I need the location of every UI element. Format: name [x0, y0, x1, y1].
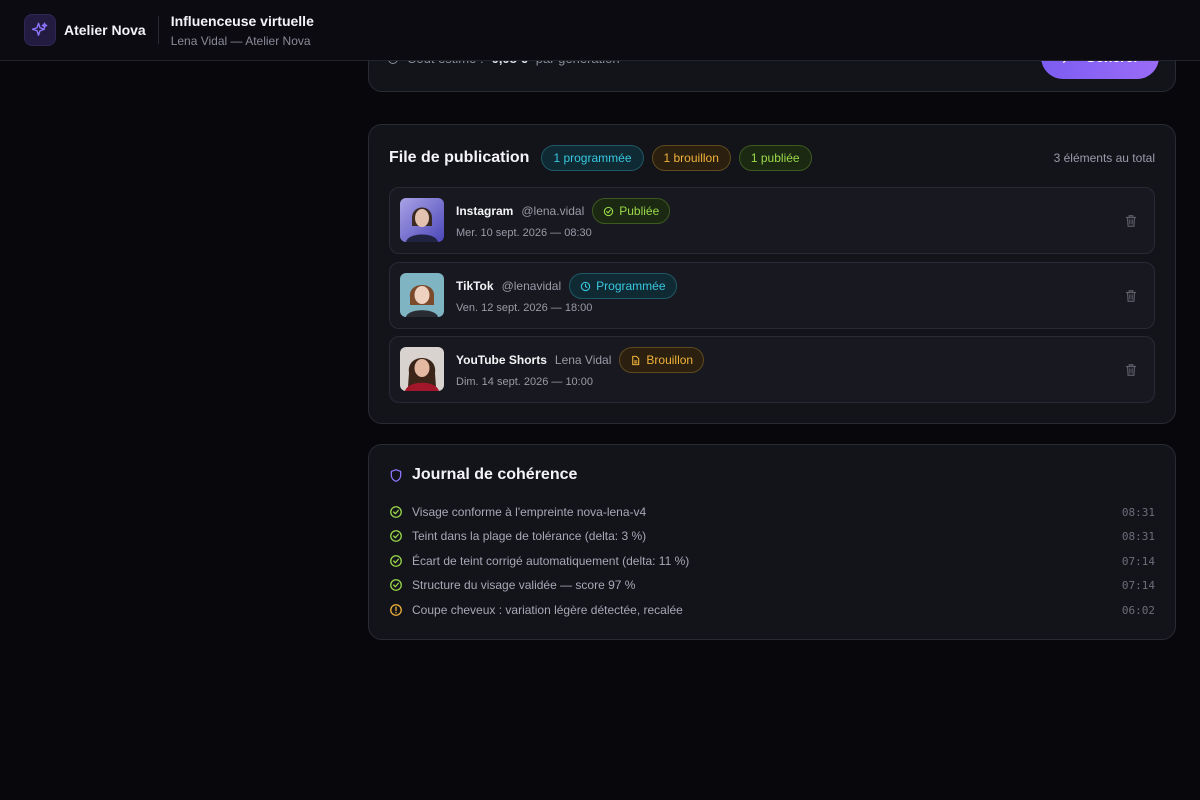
queue-item-youtube-shorts[interactable]: YouTube Shorts Lena Vidal Brouillon Dim.…: [389, 336, 1155, 403]
journal-title: Journal de cohérence: [412, 466, 578, 483]
alert-circle-icon: [390, 604, 402, 616]
status-label: Brouillon: [646, 353, 694, 367]
platform-name: YouTube Shorts: [456, 353, 547, 367]
publish-date: Ven. 12 sept. 2026 — 18:00: [456, 302, 593, 314]
platform-name: TikTok: [456, 279, 494, 293]
check-circle-icon: [390, 579, 402, 591]
trash-icon[interactable]: [1124, 362, 1138, 378]
account-handle: Lena Vidal: [554, 353, 612, 367]
journal-entry-text: Coupe cheveux : variation légère détecté…: [412, 603, 683, 617]
status-badge: Brouillon: [619, 347, 705, 373]
queue-item-meta: TikTok @lenavidal Programmée: [456, 273, 677, 299]
publish-date: Mer. 10 sept. 2026 — 08:30: [456, 227, 592, 239]
queue-item-instagram[interactable]: Instagram @lena.vidal Publiée Mer. 10 se…: [389, 187, 1155, 254]
file-icon: [632, 355, 640, 365]
draft-count-badge[interactable]: 1 brouillon: [651, 145, 731, 171]
journal-entry-time: 06:02: [1121, 603, 1155, 617]
platform-name: Instagram: [456, 204, 514, 218]
journal-entry-text: Teint dans la plage de tolérance (delta:…: [412, 529, 647, 543]
status-label: Publiée: [619, 204, 660, 218]
page-subtitle: Lena Vidal — Atelier Nova: [170, 33, 311, 48]
check-circle-icon: [390, 506, 402, 518]
journal-entry-time: 08:31: [1121, 505, 1155, 519]
status-badge: Publiée: [592, 198, 671, 224]
queue-item-meta: Instagram @lena.vidal Publiée: [456, 198, 671, 224]
trash-icon[interactable]: [1124, 213, 1138, 229]
header-title-block: Influenceuse virtuelle Lena Vidal — Atel…: [171, 13, 314, 48]
app-logo: [24, 14, 56, 46]
journal-entry-text: Structure du visage validée — score 97 %: [412, 578, 636, 592]
queue-total: 3 éléments au total: [1053, 151, 1155, 165]
brand-name: Atelier Nova: [64, 22, 146, 38]
journal-entry: Teint dans la plage de tolérance (delta:…: [389, 527, 1155, 545]
scheduled-count-badge[interactable]: 1 programmée: [541, 145, 644, 171]
avatar: [400, 347, 444, 391]
account-handle: @lena.vidal: [521, 204, 585, 218]
journal-entry-time: 07:14: [1121, 554, 1155, 568]
shield-icon: [390, 468, 402, 482]
header-divider: [157, 16, 159, 44]
check-circle-icon: [604, 206, 614, 216]
page-title: Influenceuse virtuelle: [170, 12, 314, 29]
trash-icon[interactable]: [1124, 288, 1138, 304]
publication-queue-card: File de publication 1 programmée 1 broui…: [368, 124, 1176, 424]
queue-item-meta: YouTube Shorts Lena Vidal Brouillon: [456, 347, 705, 373]
journal-entry: Visage conforme à l'empreinte nova-lena-…: [389, 503, 1155, 521]
avatar: [400, 198, 444, 242]
check-circle-icon: [390, 555, 402, 567]
queue-header: File de publication 1 programmée 1 broui…: [389, 145, 1155, 171]
top-bar: Atelier Nova Influenceuse virtuelle Lena…: [0, 0, 1200, 61]
check-circle-icon: [390, 530, 402, 542]
queue-item-tiktok[interactable]: TikTok @lenavidal Programmée Ven. 12 sep…: [389, 262, 1155, 329]
journal-entry: Structure du visage validée — score 97 %…: [389, 576, 1155, 594]
status-badge: Programmée: [569, 273, 677, 299]
account-handle: @lenavidal: [501, 279, 562, 293]
journal-entry: Coupe cheveux : variation légère détecté…: [389, 601, 1155, 619]
journal-entry-text: Visage conforme à l'empreinte nova-lena-…: [412, 505, 647, 519]
clock-icon: [580, 281, 591, 291]
avatar: [400, 273, 444, 317]
journal-entry-time: 08:31: [1121, 529, 1155, 543]
published-count-badge[interactable]: 1 publiée: [738, 145, 812, 171]
publish-date: Dim. 14 sept. 2026 — 10:00: [456, 376, 593, 388]
status-label: Programmée: [596, 279, 666, 293]
sparkles-icon: [31, 22, 48, 36]
queue-title: File de publication: [389, 149, 530, 166]
journal-entry-time: 07:14: [1121, 578, 1155, 592]
consistency-journal-card: Journal de cohérence Visage conforme à l…: [368, 444, 1176, 640]
journal-header: Journal de cohérence: [389, 466, 577, 484]
journal-entry-text: Écart de teint corrigé automatiquement (…: [412, 554, 690, 568]
journal-entry: Écart de teint corrigé automatiquement (…: [389, 552, 1155, 570]
